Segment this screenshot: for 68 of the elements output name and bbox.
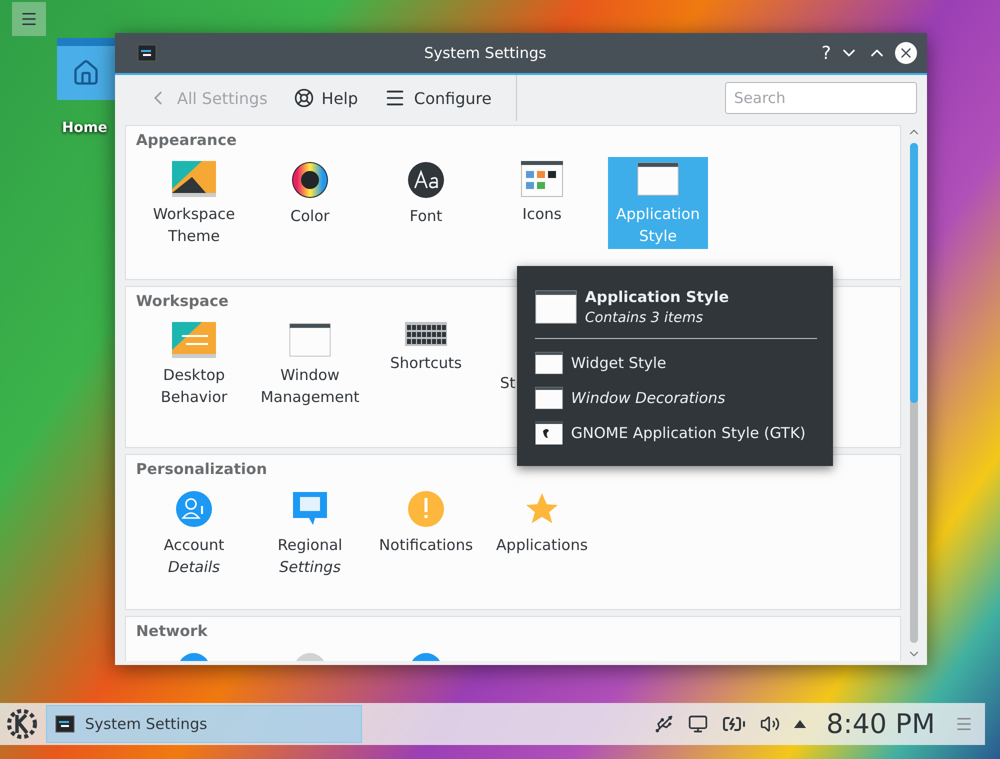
popup-subtitle: Contains 3 items bbox=[585, 309, 704, 328]
scrollbar-thumb[interactable] bbox=[910, 143, 918, 403]
tile-label: Notifications bbox=[379, 535, 473, 556]
window-icon bbox=[535, 289, 577, 325]
settings-tile[interactable]: Shortcuts bbox=[376, 318, 476, 376]
settings-tile[interactable]: Window Management bbox=[260, 318, 360, 410]
settings-tile[interactable]: Color bbox=[260, 157, 360, 229]
tile-label: Window Management bbox=[260, 365, 360, 408]
desktop-icon bbox=[172, 322, 216, 358]
theme-icon bbox=[172, 161, 216, 197]
settings-tile[interactable]: Applications bbox=[492, 486, 592, 558]
usb-icon[interactable] bbox=[654, 714, 674, 734]
search-field[interactable]: Search bbox=[725, 82, 917, 114]
tile-label: Application Style bbox=[615, 204, 701, 247]
menu-icon[interactable] bbox=[955, 715, 973, 733]
lifebuoy-icon bbox=[294, 88, 314, 108]
kde-logo-icon[interactable] bbox=[4, 706, 40, 742]
exclamation-icon bbox=[407, 490, 445, 528]
settings-tile[interactable]: Font bbox=[376, 157, 476, 229]
user-icon bbox=[175, 490, 213, 528]
home-folder-icon[interactable] bbox=[57, 38, 115, 100]
task-button[interactable]: System Settings bbox=[46, 705, 362, 743]
color-wheel-icon bbox=[291, 161, 329, 199]
section-title: Personalization bbox=[136, 460, 268, 478]
settings-tile[interactable]: Desktop Behavior bbox=[144, 318, 244, 410]
section-title: Network bbox=[136, 622, 208, 640]
tile-label: Icons bbox=[522, 204, 562, 225]
settings-tile[interactable]: Regional Settings bbox=[260, 486, 360, 580]
menu-icon bbox=[20, 10, 38, 28]
popup-item: Widget Style bbox=[571, 354, 666, 372]
help-button[interactable]: Help bbox=[292, 84, 360, 112]
tile-label: Color bbox=[290, 206, 330, 227]
settings-tile[interactable]: Workspace Theme bbox=[144, 157, 244, 249]
tile-label: Account Details bbox=[162, 535, 226, 578]
monitor-icon[interactable] bbox=[688, 714, 708, 734]
popup-item: GNOME Application Style (GTK) bbox=[571, 424, 806, 442]
tile-label: Shortcuts bbox=[390, 353, 462, 374]
settings-tile[interactable]: Icons bbox=[492, 157, 592, 227]
tile-label: Applications bbox=[496, 535, 588, 556]
popup-item: Window Decorations bbox=[571, 388, 726, 406]
tile-label: Desktop Behavior bbox=[160, 365, 228, 408]
tray-expand-icon[interactable] bbox=[794, 720, 806, 728]
configure-button[interactable]: Configure bbox=[382, 83, 494, 113]
close-button[interactable] bbox=[895, 42, 917, 64]
window-icon bbox=[637, 161, 679, 197]
font-icon bbox=[407, 161, 445, 199]
window-title: System Settings bbox=[423, 44, 548, 62]
volume-icon[interactable] bbox=[760, 714, 780, 734]
gtk-window-icon bbox=[535, 420, 563, 444]
settings-tile[interactable]: Account Details bbox=[144, 486, 244, 580]
window-icon bbox=[535, 350, 563, 374]
window-icon bbox=[289, 322, 331, 358]
window-icon bbox=[535, 386, 563, 410]
app-icon bbox=[55, 714, 75, 734]
tile-label: St bbox=[500, 373, 516, 394]
icons-grid-icon bbox=[521, 161, 563, 197]
tile-label: Regional Settings bbox=[276, 535, 344, 578]
tile-label: Workspace Theme bbox=[152, 204, 236, 247]
section-title: Workspace bbox=[136, 292, 229, 310]
section-title: Appearance bbox=[136, 131, 237, 149]
settings-tile[interactable]: Notifications bbox=[376, 486, 476, 558]
app-icon bbox=[137, 43, 157, 63]
popup-title: Application Style bbox=[585, 287, 729, 308]
tile-label: Font bbox=[410, 206, 442, 227]
keyboard-icon bbox=[405, 322, 447, 346]
menu-button[interactable] bbox=[12, 2, 46, 36]
clock[interactable]: 8:40 PM bbox=[826, 708, 935, 740]
help-button[interactable]: ? bbox=[821, 42, 831, 64]
